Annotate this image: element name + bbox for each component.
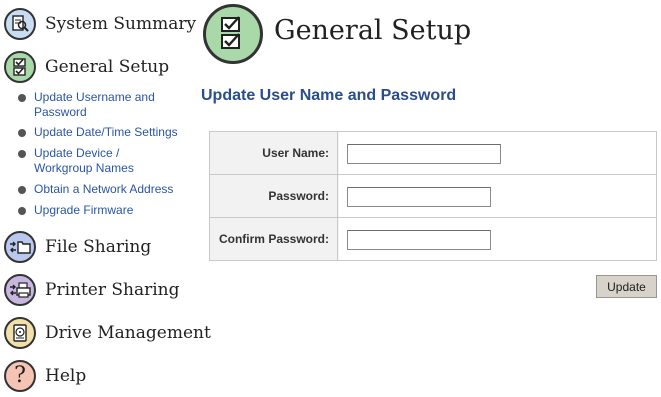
hard-drive-icon	[4, 317, 36, 349]
bullet-icon	[18, 150, 26, 158]
question-icon: ?	[4, 360, 36, 392]
form-row-confirm-password: Confirm Password:	[210, 217, 656, 260]
sidebar-item-label: Drive Management	[45, 323, 211, 343]
form-row-password: Password:	[210, 174, 656, 217]
sidebar-item-label: System Summary	[45, 14, 197, 34]
password-input[interactable]	[347, 187, 491, 207]
submenu-item-update-username-password[interactable]: Update Username and Password	[18, 90, 184, 120]
sidebar-item-file-sharing[interactable]: File Sharing	[4, 228, 151, 266]
sidebar-item-label: Printer Sharing	[45, 280, 180, 300]
sidebar: System Summary General Setup Update User…	[0, 0, 211, 397]
confirm-password-input[interactable]	[347, 230, 491, 250]
printer-arrows-icon	[4, 274, 36, 306]
sidebar-item-drive-management[interactable]: Drive Management	[4, 314, 211, 352]
sidebar-item-help[interactable]: ? Help	[4, 357, 86, 395]
update-button[interactable]: Update	[596, 275, 657, 298]
submenu-item-update-date-time[interactable]: Update Date/Time Settings	[18, 125, 184, 140]
sidebar-item-printer-sharing[interactable]: Printer Sharing	[4, 271, 180, 309]
sidebar-item-general-setup[interactable]: General Setup	[4, 48, 169, 86]
credentials-form: User Name: Password: Confirm Password:	[209, 131, 657, 261]
username-label: User Name:	[210, 132, 338, 174]
sidebar-item-label: General Setup	[45, 57, 170, 77]
submenu-link[interactable]: Update Device / Workgroup Names	[34, 146, 174, 176]
submenu-item-obtain-network-address[interactable]: Obtain a Network Address	[18, 182, 184, 197]
submenu-link[interactable]: Update Date/Time Settings	[34, 125, 184, 140]
checklist-icon	[4, 51, 36, 83]
username-input[interactable]	[347, 144, 501, 164]
submenu-link[interactable]: Obtain a Network Address	[34, 182, 184, 197]
submenu-item-update-device-workgroup[interactable]: Update Device / Workgroup Names	[18, 146, 174, 176]
bullet-icon	[18, 129, 26, 137]
folder-arrows-icon	[4, 231, 36, 263]
confirm-password-label: Confirm Password:	[210, 218, 338, 260]
bullet-icon	[18, 207, 26, 215]
sidebar-item-system-summary[interactable]: System Summary	[4, 5, 196, 43]
submenu-item-upgrade-firmware[interactable]: Upgrade Firmware	[18, 203, 184, 218]
page-title: General Setup	[274, 15, 472, 46]
submenu-link[interactable]: Upgrade Firmware	[34, 203, 184, 218]
password-label: Password:	[210, 175, 338, 217]
bullet-icon	[18, 94, 26, 102]
checklist-icon	[203, 4, 263, 64]
form-row-username: User Name:	[210, 132, 656, 174]
sidebar-item-label: Help	[45, 366, 87, 386]
section-title: Update User Name and Password	[201, 87, 457, 104]
submenu-link[interactable]: Update Username and Password	[34, 90, 184, 120]
magnifier-document-icon	[4, 8, 36, 40]
bullet-icon	[18, 186, 26, 194]
sidebar-item-label: File Sharing	[45, 237, 152, 257]
